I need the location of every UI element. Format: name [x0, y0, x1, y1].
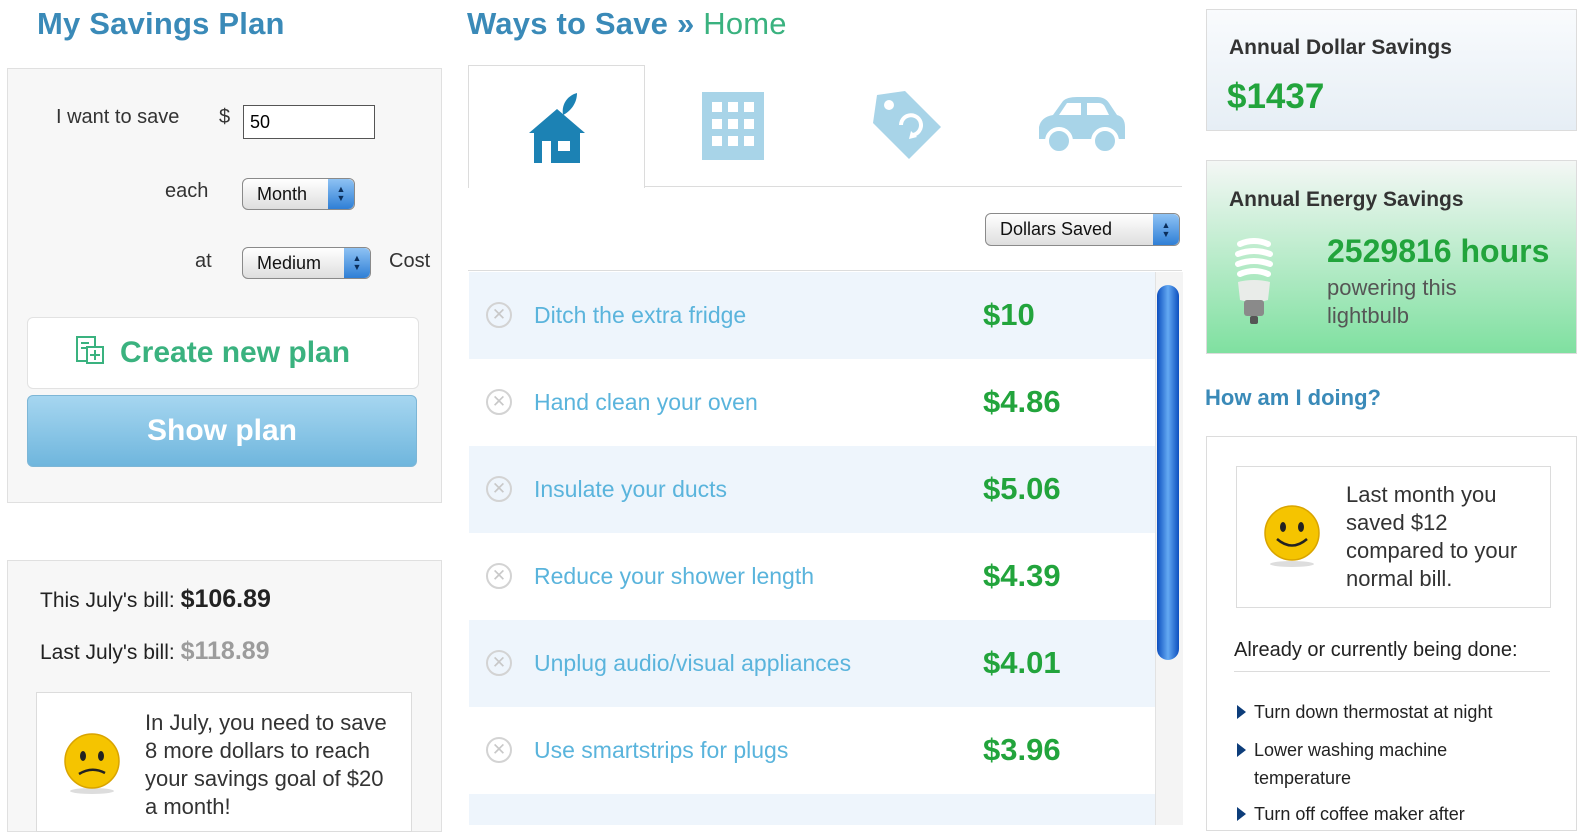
recycle-tag-icon [869, 87, 945, 168]
remove-icon[interactable]: ✕ [486, 650, 512, 676]
item-amount: $4.01 [983, 645, 1061, 680]
item-amount: $5.06 [983, 471, 1061, 506]
expand-arrow-icon [1237, 807, 1246, 821]
save-amount-input[interactable] [243, 105, 375, 139]
energy-savings-value: 2529816 hours [1327, 233, 1550, 269]
currency-label: $ [219, 106, 231, 128]
this-bill-label: This July's bill: [40, 589, 175, 612]
remove-icon[interactable]: ✕ [486, 389, 512, 415]
breadcrumb: Ways to Save » Home [467, 6, 787, 42]
done-item-text: Turn down thermostat at night [1254, 702, 1493, 722]
list-divider [468, 270, 1182, 271]
goal-message-line: In July, you need to save [145, 710, 387, 735]
select-arrows-icon: ▲ ▼ [344, 248, 370, 278]
expand-arrow-icon [1237, 705, 1246, 719]
sort-select-value: Dollars Saved [1000, 219, 1113, 239]
done-list-item[interactable]: Turn off coffee maker after [1237, 800, 1465, 828]
savings-plan-title: My Savings Plan [37, 6, 285, 41]
list-item[interactable]: ✕ Insulate your ducts $5.06 [469, 446, 1155, 533]
create-plan-label: Create new plan [120, 336, 351, 369]
want-to-save-label: I want to save [56, 106, 180, 128]
last-bill-label: Last July's bill: [40, 641, 175, 664]
last-bill-row: Last July's bill: $118.89 [40, 637, 270, 666]
cost-label: Cost [389, 250, 431, 272]
goal-message-line: 8 more dollars to reach [145, 738, 370, 763]
building-icon [700, 92, 766, 165]
dollar-savings-title: Annual Dollar Savings [1229, 36, 1452, 59]
list-item[interactable]: ✕ Use smartstrips for plugs $3.96 [469, 707, 1155, 794]
list-item[interactable]: ✕ Reduce your shower length $4.39 [469, 533, 1155, 620]
remove-icon[interactable]: ✕ [486, 476, 512, 502]
last-bill-value: $118.89 [180, 637, 270, 665]
tab-car[interactable] [994, 65, 1169, 187]
select-arrows-icon: ▲ ▼ [328, 179, 354, 209]
car-icon [1037, 97, 1127, 160]
create-plan-button[interactable]: Create new plan [27, 317, 419, 389]
list-item[interactable]: ✕ Ditch the extra fridge $10 [469, 272, 1155, 359]
cost-select-value: Medium [257, 252, 322, 273]
item-amount: $3.96 [983, 732, 1061, 767]
dollar-savings-value: $1437 [1227, 77, 1325, 116]
progress-message: Last month you saved $12 compared to you… [1346, 481, 1517, 593]
smiley-face-icon [1263, 504, 1321, 573]
energy-description-line: lightbulb [1327, 303, 1409, 328]
item-name: Hand clean your oven [534, 389, 758, 415]
item-name: Reduce your shower length [534, 563, 814, 589]
done-list-item[interactable]: Turn down thermostat at night [1237, 698, 1492, 726]
done-item-text: temperature [1254, 768, 1352, 788]
list-item[interactable]: ✕ Hand clean your oven $4.86 [469, 359, 1155, 446]
done-list-title: Already or currently being done: [1234, 639, 1518, 661]
worried-face-icon [63, 733, 121, 800]
tab-building[interactable] [645, 65, 817, 187]
energy-description: powering this lightbulb [1327, 274, 1457, 330]
how-am-i-doing-title: How am I doing? [1205, 385, 1381, 410]
item-name: Ditch the extra fridge [534, 302, 747, 328]
item-amount: $4.39 [983, 558, 1061, 593]
done-item-text: Lower washing machine [1254, 740, 1448, 760]
breadcrumb-separator: » [676, 6, 695, 41]
goal-message: In July, you need to save 8 more dollars… [145, 709, 387, 821]
done-list-divider [1234, 671, 1550, 672]
remove-icon[interactable]: ✕ [486, 563, 512, 589]
breadcrumb-root[interactable]: Ways to Save [467, 6, 668, 41]
period-select[interactable]: Month ▲ ▼ [242, 178, 355, 210]
remove-icon[interactable]: ✕ [486, 302, 512, 328]
progress-message-line: saved $12 [1346, 510, 1448, 535]
item-amount: $10 [983, 297, 1035, 332]
progress-message-line: compared to your [1346, 538, 1518, 563]
add-document-icon [74, 335, 106, 372]
cost-select[interactable]: Medium ▲ ▼ [242, 247, 371, 279]
list-item[interactable]: ✕ Unplug audio/visual appliances $4.01 [469, 620, 1155, 707]
breadcrumb-current: Home [703, 6, 787, 41]
this-bill-value: $106.89 [180, 585, 271, 613]
item-name: Use smartstrips for plugs [534, 737, 789, 763]
at-label: at [195, 250, 212, 272]
tab-home[interactable] [468, 65, 645, 188]
energy-savings-title: Annual Energy Savings [1229, 188, 1464, 211]
list-item[interactable] [469, 794, 1155, 825]
remove-icon[interactable]: ✕ [486, 737, 512, 763]
progress-message-line: normal bill. [1346, 566, 1453, 591]
tab-recycle[interactable] [817, 65, 994, 187]
lightbulb-icon [1232, 238, 1276, 333]
energy-description-line: powering this [1327, 275, 1457, 300]
item-amount: $4.86 [983, 384, 1061, 419]
goal-message-line: your savings goal of $20 [145, 766, 384, 791]
this-bill-row: This July's bill: $106.89 [40, 585, 271, 614]
scrollbar-thumb[interactable] [1157, 285, 1179, 660]
show-plan-button[interactable]: Show plan [27, 395, 417, 467]
period-select-value: Month [257, 183, 308, 204]
select-arrows-icon: ▲ ▼ [1153, 214, 1179, 245]
sort-select[interactable]: Dollars Saved ▲ ▼ [985, 213, 1180, 246]
progress-message-line: Last month you [1346, 482, 1497, 507]
item-name: Insulate your ducts [534, 476, 728, 502]
expand-arrow-icon [1237, 743, 1246, 757]
done-list-item[interactable]: Lower washing machine temperature [1237, 736, 1447, 792]
home-icon [525, 91, 589, 170]
each-label: each [165, 180, 209, 202]
goal-message-line: a month! [145, 794, 231, 819]
item-name: Unplug audio/visual appliances [534, 650, 852, 676]
done-item-text: Turn off coffee maker after [1254, 804, 1465, 824]
